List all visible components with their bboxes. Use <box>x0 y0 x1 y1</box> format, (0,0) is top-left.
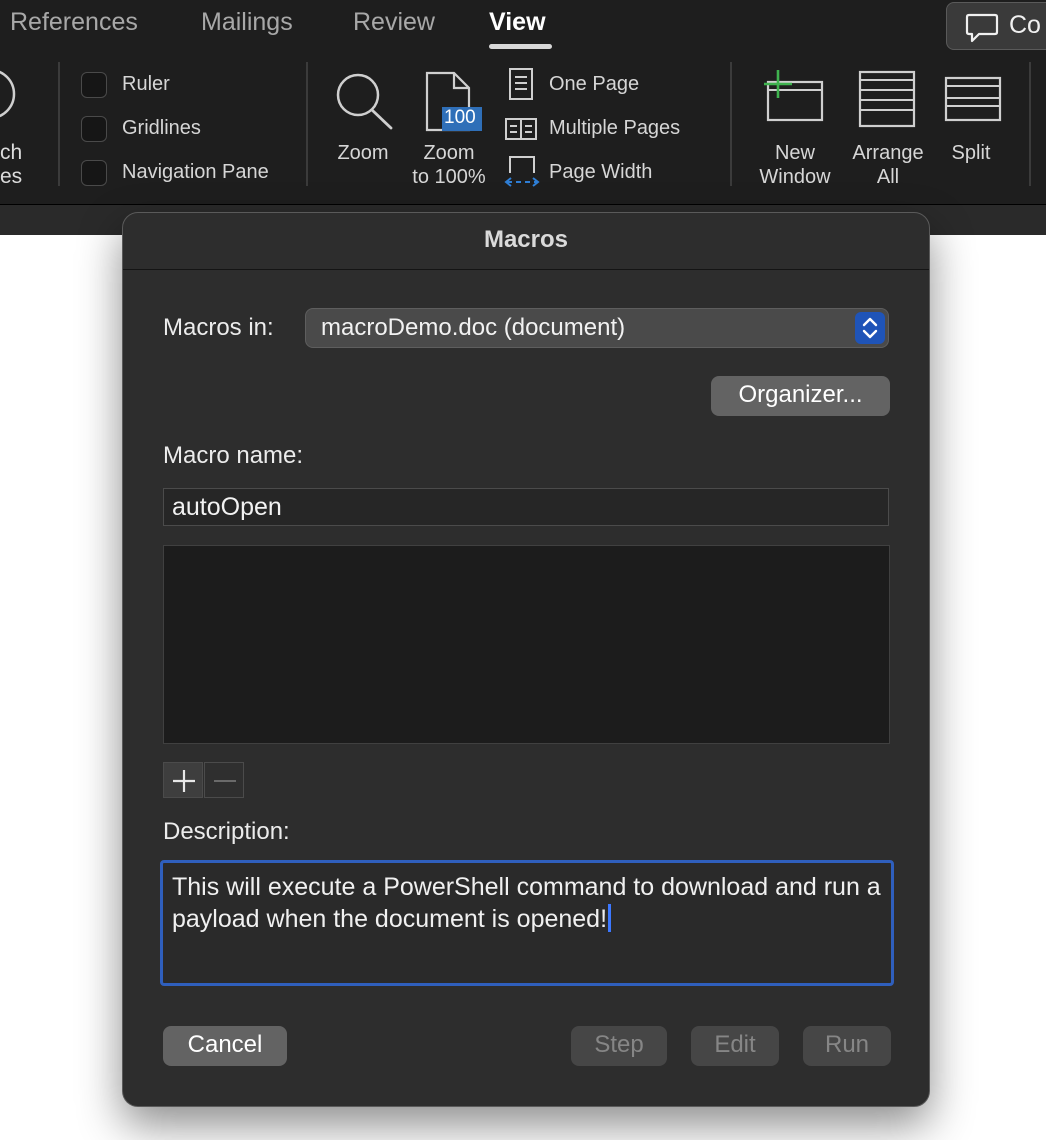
multiple-pages-label: Multiple Pages <box>549 117 681 139</box>
new-window-label-line1: New <box>774 142 815 164</box>
macros-dialog: Macros Macros in: macroDemo.doc (documen… <box>122 212 930 1107</box>
chevron-up-down-icon <box>862 317 878 339</box>
one-page-icon <box>509 68 533 100</box>
macros-in-select[interactable]: macroDemo.doc (document) <box>305 308 889 348</box>
multiple-pages-icon <box>505 118 537 140</box>
zoom-100-label-line2: to 100% <box>412 166 486 188</box>
tab-mailings[interactable]: Mailings <box>201 8 293 37</box>
description-text: This will execute a PowerShell command t… <box>172 873 881 933</box>
step-button[interactable]: Step <box>571 1026 667 1066</box>
macros-in-value: macroDemo.doc (document) <box>321 314 626 341</box>
magnifier-icon <box>336 73 393 130</box>
active-tab-indicator <box>489 44 552 49</box>
comments-button[interactable]: Co <box>946 2 1046 50</box>
tab-review[interactable]: Review <box>353 8 435 37</box>
new-window-label-line2: Window <box>759 166 831 188</box>
cancel-button[interactable]: Cancel <box>163 1026 287 1066</box>
zoom-label: Zoom <box>337 142 389 164</box>
ribbon-divider <box>730 62 732 186</box>
split-label: Split <box>951 142 991 164</box>
partial-label-2: es <box>0 165 23 188</box>
zoom-100-badge: 100 <box>444 107 476 128</box>
macro-name-label: Macro name: <box>163 442 304 469</box>
description-label: Description: <box>163 818 290 845</box>
remove-macro-button[interactable] <box>204 762 244 798</box>
ribbon-divider <box>1029 62 1031 186</box>
edit-button[interactable]: Edit <box>691 1026 779 1066</box>
organizer-button[interactable]: Organizer... <box>711 376 890 416</box>
add-macro-button[interactable] <box>163 762 203 798</box>
run-button[interactable]: Run <box>803 1026 891 1066</box>
ribbon: References Mailings Review View Co ch es… <box>0 0 1046 204</box>
navigation-pane-checkbox[interactable] <box>81 160 107 186</box>
tab-view[interactable]: View <box>489 8 546 37</box>
ruler-checkbox[interactable] <box>81 72 107 98</box>
arrange-all-label-line1: Arrange <box>852 142 924 164</box>
macro-list[interactable] <box>163 545 890 744</box>
arrange-all-label-line2: All <box>876 166 900 188</box>
one-page-label: One Page <box>549 73 640 95</box>
description-field[interactable]: This will execute a PowerShell command t… <box>160 860 894 986</box>
ribbon-divider <box>58 62 60 186</box>
dialog-title: Macros <box>483 226 569 253</box>
split-icon <box>944 76 1002 122</box>
select-stepper[interactable] <box>855 312 885 344</box>
page-width-label: Page Width <box>549 161 653 183</box>
page-width-icon <box>504 156 540 187</box>
comments-button-label: Co <box>1009 11 1041 39</box>
text-caret <box>608 904 612 932</box>
partial-label-1: ch <box>0 141 23 164</box>
gridlines-checkbox[interactable] <box>81 116 107 142</box>
navigation-pane-label: Navigation Pane <box>122 161 269 183</box>
plus-icon <box>173 770 195 792</box>
reading-mode-icon[interactable] <box>0 66 18 126</box>
ribbon-divider <box>306 62 308 186</box>
dialog-title-bar: Macros <box>123 213 929 270</box>
macros-in-label: Macros in: <box>163 314 274 341</box>
macro-name-value: autoOpen <box>172 493 282 521</box>
minus-icon <box>214 780 236 782</box>
arrange-all-icon <box>858 70 916 128</box>
zoom-100-label-line1: Zoom <box>423 142 475 164</box>
tab-references[interactable]: References <box>10 8 138 37</box>
new-window-icon <box>764 70 824 122</box>
comment-icon <box>965 13 999 43</box>
macro-name-field[interactable]: autoOpen <box>163 488 889 526</box>
gridlines-label: Gridlines <box>122 117 201 139</box>
ruler-label: Ruler <box>122 73 170 95</box>
